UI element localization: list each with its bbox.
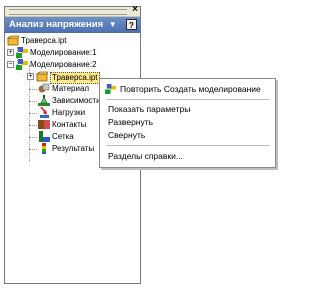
part-icon [7,35,19,46]
expand-plus-icon[interactable]: + [27,73,34,80]
loads-icon [40,107,49,118]
simulation-icon [16,59,28,70]
menu-item-help-topics[interactable]: Разделы справки... [100,149,275,163]
close-button[interactable]: × [132,5,138,15]
menu-item-label: Разделы справки... [108,151,183,161]
panel-title: Анализ напряжения [9,19,104,30]
collapse-minus-icon[interactable]: − [7,61,14,68]
tree-item-simulation-1[interactable]: + Моделирование:1 [7,47,137,59]
panel-header[interactable]: Анализ напряжения ▼ ? [5,17,140,33]
tree-item-label: Результаты [52,144,95,153]
menu-item-repeat-create-simulation[interactable]: Повторить Создать моделирование [100,82,275,96]
tree-item-label: Моделирование:1 [30,48,97,57]
menu-item-label: Свернуть [108,130,146,140]
tree-item-label: Контакты [52,120,87,129]
contacts-icon [38,120,50,129]
results-icon [42,143,46,154]
grip-lines [9,9,127,15]
expand-plus-icon[interactable]: + [7,49,14,56]
simulation-icon [16,47,28,58]
tree-item-label: Зависимости [52,96,101,105]
chevron-down-icon[interactable]: ▼ [109,20,117,29]
menu-item-label: Повторить Создать моделирование [120,84,261,94]
material-icon [38,83,50,93]
mesh-icon [39,131,50,142]
help-button[interactable]: ? [126,19,137,30]
tree-line [29,125,37,126]
tree-item-label: Моделирование:2 [30,60,97,69]
panel-grip[interactable]: × [5,5,140,17]
menu-item-show-parameters[interactable]: Показать параметры [100,102,275,116]
tree-item-simulation-2[interactable]: − Моделирование:2 [7,59,137,71]
tree-line [29,101,37,102]
tree-item-label: Сетка [52,132,74,141]
part-icon [36,71,48,82]
tree-item-label: Материал [52,84,90,93]
tree-line [29,113,37,114]
tree-line [29,89,37,90]
tree-item-label: Нагрузки [52,108,86,117]
tree-item-root[interactable]: Траверса.ipt [7,35,137,47]
tree-line [29,137,37,138]
menu-item-expand[interactable]: Развернуть [100,115,275,129]
tree-item-label: Траверса.ipt [21,36,67,45]
menu-item-label: Развернуть [108,117,154,127]
tree-line [29,149,37,150]
menu-separator [106,99,270,100]
menu-separator [106,145,270,146]
menu-item-label: Показать параметры [108,104,191,114]
constraints-icon [38,95,50,106]
simulation-icon [105,84,116,94]
context-menu: Повторить Создать моделирование Показать… [99,78,276,168]
menu-item-collapse[interactable]: Свернуть [100,128,275,142]
